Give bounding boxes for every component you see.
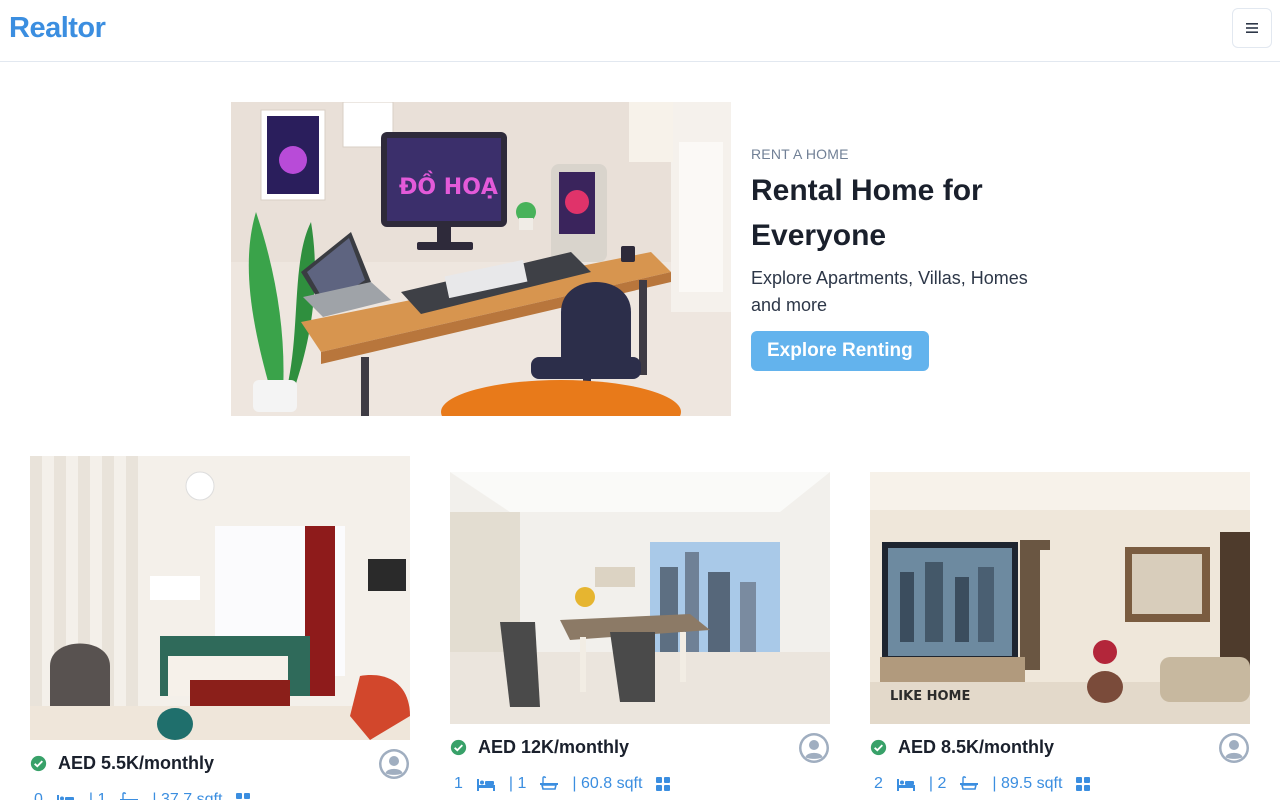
verified-icon: [30, 755, 47, 772]
listing-card[interactable]: LIKE HOME AED 8.5K/monthly 2 | 2 | 89.5 …: [870, 472, 1250, 796]
rooms-count: 0: [34, 791, 43, 800]
hero-title: Rental Home for Everyone: [751, 174, 983, 252]
listing-card[interactable]: AED 12K/monthly 1 | 1 | 60.8 sqft: [450, 472, 830, 796]
rooms-count: 2: [874, 775, 883, 792]
baths-count: | 1: [88, 791, 107, 800]
navbar: Realtor: [0, 0, 1280, 62]
explore-renting-button[interactable]: Explore Renting: [751, 331, 929, 371]
listing-photo[interactable]: [450, 472, 830, 724]
svg-text:ĐỒ HOẠ: ĐỒ HOẠ: [399, 171, 498, 200]
bath-icon: [120, 792, 139, 800]
grid-icon: [1076, 777, 1091, 791]
listing-price: AED 5.5K/monthly: [58, 753, 215, 773]
hero-eyebrow: RENT A HOME: [751, 146, 849, 162]
verified-icon: [450, 739, 467, 756]
hero-text: RENT A HOME Rental Home for Everyone Exp…: [751, 146, 1071, 371]
hamburger-icon: [1246, 23, 1258, 33]
listing-meta: 0 | 1 | 37.7 sqft: [30, 788, 410, 800]
brand-logo[interactable]: Realtor: [9, 12, 106, 45]
avatar-icon[interactable]: [1218, 732, 1250, 764]
area-size: | 60.8 sqft: [572, 775, 643, 792]
listing-price: AED 8.5K/monthly: [898, 737, 1055, 757]
avatar-icon[interactable]: [378, 748, 410, 780]
avatar-icon[interactable]: [798, 732, 830, 764]
hero-description: Explore Apartments, Villas, Homes and mo…: [751, 268, 1028, 315]
menu-button[interactable]: [1232, 8, 1272, 48]
verified-icon: [870, 739, 887, 756]
listing-photo[interactable]: [30, 456, 410, 740]
bed-icon: [56, 795, 74, 800]
listing-price: AED 12K/monthly: [478, 737, 630, 757]
grid-icon: [236, 793, 251, 799]
baths-count: | 1: [508, 775, 527, 792]
listing-photo[interactable]: LIKE HOME: [870, 472, 1250, 724]
hero-image: ĐỒ HOẠ: [231, 102, 731, 416]
bath-icon: [540, 776, 559, 790]
area-size: | 37.7 sqft: [152, 791, 223, 800]
grid-icon: [656, 777, 671, 791]
area-size: | 89.5 sqft: [992, 775, 1063, 792]
bed-icon: [476, 779, 495, 791]
bed-icon: [896, 779, 915, 791]
baths-count: | 2: [928, 775, 947, 792]
listing-meta: 1 | 1 | 60.8 sqft: [450, 772, 830, 796]
listing-meta: 2 | 2 | 89.5 sqft: [870, 772, 1250, 796]
bath-icon: [960, 776, 979, 790]
listing-card[interactable]: AED 5.5K/monthly 0 | 1 | 37.7 sqft: [30, 456, 410, 800]
svg-text:LIKE HOME: LIKE HOME: [890, 689, 970, 704]
rooms-count: 1: [454, 775, 463, 792]
